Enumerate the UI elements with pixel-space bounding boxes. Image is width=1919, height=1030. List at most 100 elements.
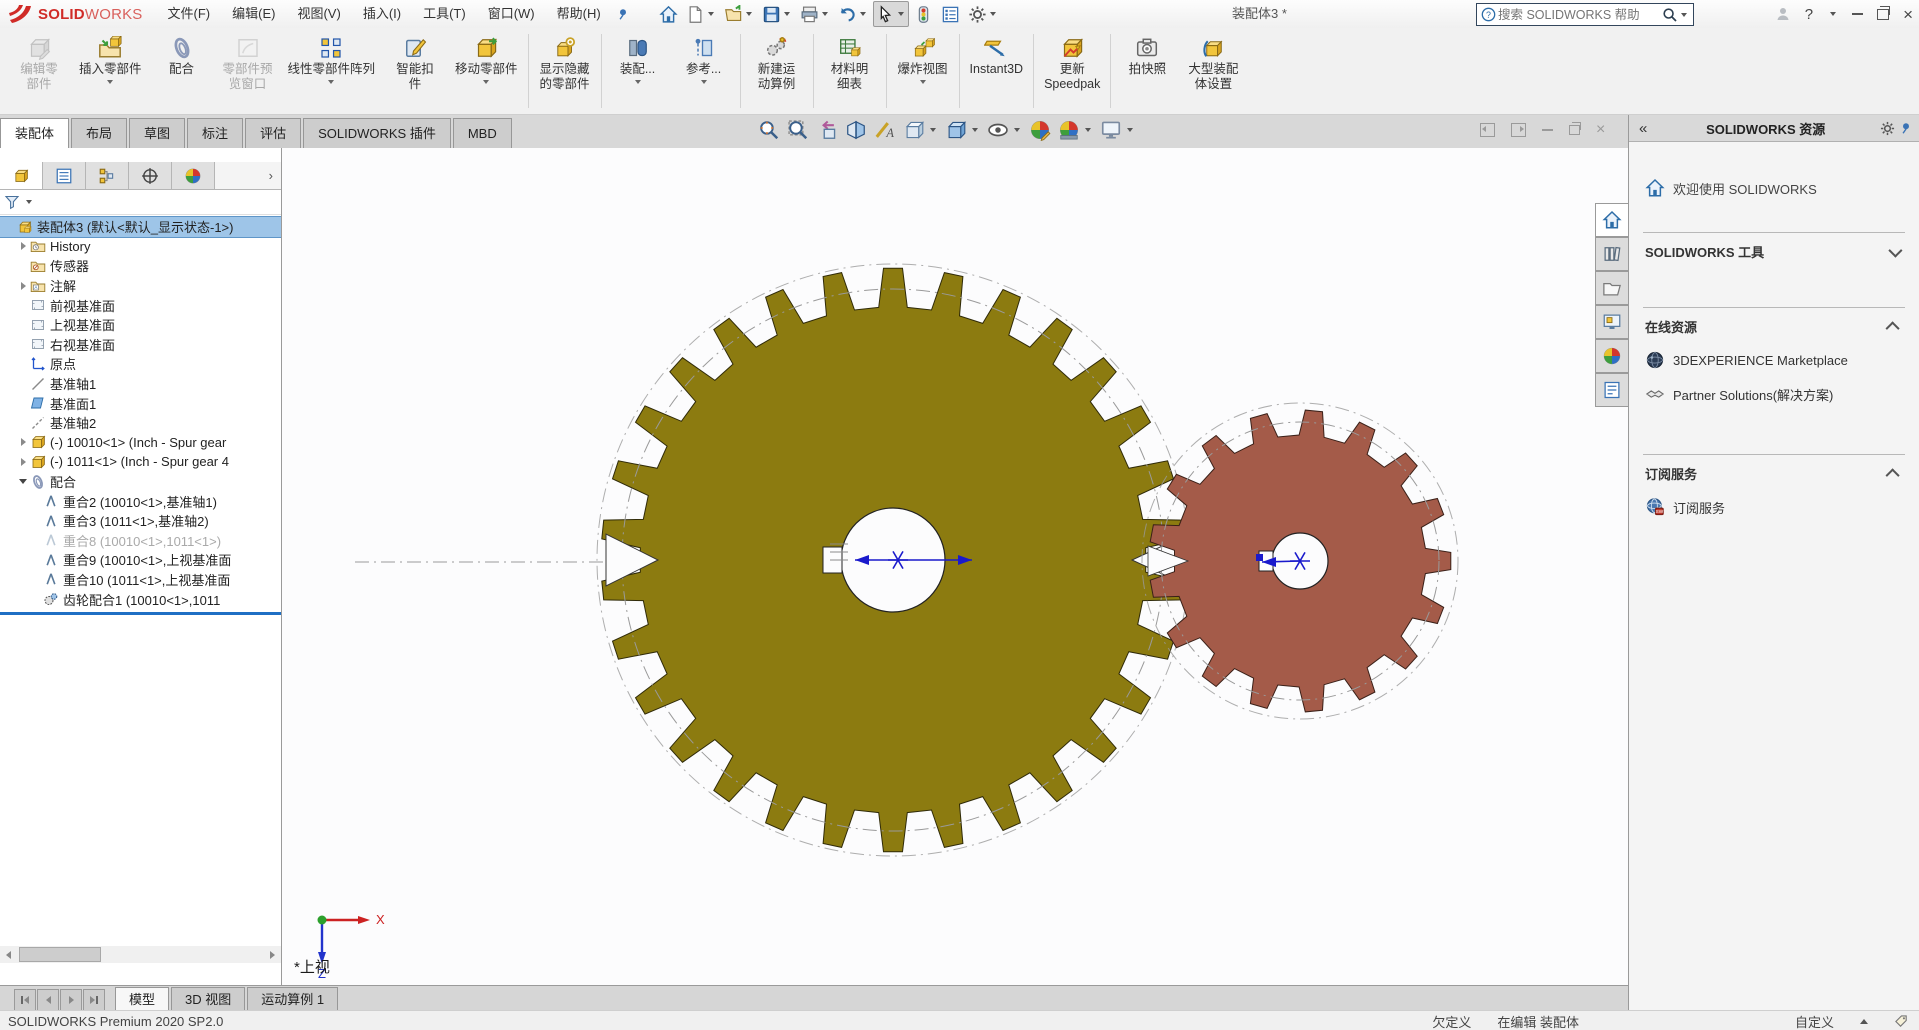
filter-funnel-icon[interactable] [4, 194, 20, 210]
reference-geometry-button[interactable]: 参考... [671, 30, 737, 112]
tree-item[interactable]: 基准轴2 [0, 413, 281, 433]
home-button[interactable] [656, 1, 681, 27]
document-tab-1[interactable]: 3D 视图 [171, 987, 245, 1011]
ribbon-tab-5[interactable]: SOLIDWORKS 插件 [303, 118, 451, 148]
tree-item[interactable]: 基准面1 [0, 393, 281, 413]
hide-show-items-button[interactable] [987, 119, 1022, 141]
tree-item[interactable]: 重合10 (1011<1>,上视基准面 [0, 570, 281, 590]
tree-item[interactable]: (-) 1011<1> (Inch - Spur gear 4 [0, 452, 281, 472]
view-orientation-caret[interactable] [930, 128, 936, 132]
open-document-caret[interactable] [746, 12, 752, 16]
task-pane-tab-custom-properties[interactable] [1595, 373, 1628, 407]
update-speedpak-button[interactable]: 更新Speedpak [1037, 30, 1107, 112]
previous-tab-button[interactable] [37, 989, 59, 1011]
tree-item[interactable]: 重合9 (10010<1>,上视基准面 [0, 550, 281, 570]
tree-root-assembly[interactable]: 装配体3 (默认<默认_显示状态-1>) [0, 217, 281, 237]
expand-icon[interactable] [21, 438, 26, 446]
print-document-caret[interactable] [822, 12, 828, 16]
ribbon-tab-0[interactable]: 装配体 [0, 118, 69, 148]
section-header[interactable]: SOLIDWORKS 工具 [1645, 242, 1903, 261]
edit-appearance-button[interactable] [1029, 119, 1051, 141]
undo-caret[interactable] [860, 12, 866, 16]
new-motion-study-button[interactable]: 新建运动算例 [744, 30, 810, 112]
help-search-box[interactable]: ? [1476, 3, 1694, 26]
mate-button[interactable]: 配合 [149, 30, 215, 112]
scroll-thumb[interactable] [19, 947, 101, 962]
viewport-close-button[interactable]: × [1596, 121, 1605, 139]
chevron-up-icon[interactable] [1886, 321, 1900, 335]
tree-item[interactable]: (-) 10010<1> (Inch - Spur gear [0, 433, 281, 453]
large-assembly-settings-button[interactable]: 大型装配体设置 [1180, 30, 1246, 112]
print-document-button[interactable] [797, 1, 833, 27]
bill-of-materials-button[interactable]: 材料明细表 [817, 30, 883, 112]
panel-tabs-overflow[interactable]: › [215, 162, 281, 189]
section-header[interactable]: 订阅服务 [1645, 464, 1903, 483]
task-pane-tab-home[interactable] [1595, 203, 1628, 237]
task-pane-link[interactable]: 3DEXPERIENCE Marketplace [1645, 350, 1903, 370]
show-hidden-components-button[interactable]: 显示隐藏的零部件 [532, 30, 598, 112]
task-pane-collapse-icon[interactable]: « [1635, 120, 1651, 137]
task-pane-link[interactable]: Partner Solutions(解决方案) [1645, 384, 1903, 404]
gear-assembly-canvas[interactable]: XZ [282, 148, 1628, 985]
take-snapshot-button[interactable]: 拍快照 [1114, 30, 1180, 112]
save-document-button[interactable] [759, 1, 795, 27]
ribbon-tab-2[interactable]: 草图 [129, 118, 185, 148]
view-settings-button[interactable] [1100, 119, 1135, 141]
tree-item[interactable]: 上视基准面 [0, 315, 281, 335]
chevron-down-icon[interactable] [1888, 243, 1902, 257]
rollback-bar[interactable] [0, 612, 281, 615]
expand-icon[interactable] [21, 282, 26, 290]
hide-show-items-caret[interactable] [1014, 128, 1020, 132]
move-component-caret[interactable] [483, 80, 489, 84]
menu-item-1[interactable]: 编辑(E) [221, 0, 286, 28]
tree-item[interactable]: 右视基准面 [0, 335, 281, 355]
smart-fasteners-button[interactable]: 智能扣件 [382, 30, 448, 112]
task-pane-pin-icon[interactable] [1899, 121, 1913, 135]
task-pane-tab-appearances[interactable] [1595, 339, 1628, 373]
tree-item[interactable]: 配合 [0, 472, 281, 492]
open-document-button[interactable] [721, 1, 757, 27]
exploded-view-button[interactable]: 爆炸视图 [890, 30, 956, 112]
tree-item[interactable]: 齿轮配合1 (10010<1>,1011 [0, 589, 281, 609]
scroll-right-button[interactable] [264, 946, 281, 963]
task-pane-link[interactable]: SW订阅服务 [1645, 497, 1903, 517]
panel-tab-feature-manager[interactable] [0, 162, 43, 189]
task-pane-tab-view-palette[interactable] [1595, 305, 1628, 339]
menu-item-5[interactable]: 窗口(W) [477, 0, 546, 28]
tree-item[interactable]: 重合3 (1011<1>,基准轴2) [0, 511, 281, 531]
tree-item[interactable]: 重合8 (10010<1>,1011<1>) [0, 531, 281, 551]
move-component-button[interactable]: 移动零部件 [448, 30, 525, 112]
help-caret[interactable] [1830, 12, 1836, 16]
panel-tab-property-manager[interactable] [43, 162, 86, 189]
welcome-to-solidworks-link[interactable]: 欢迎使用 SOLIDWORKS [1645, 178, 1905, 198]
ribbon-tab-4[interactable]: 评估 [245, 118, 301, 148]
insert-component-button[interactable]: 插入零部件 [72, 30, 149, 112]
ribbon-tab-6[interactable]: MBD [453, 118, 512, 148]
section-header[interactable]: 在线资源 [1645, 317, 1903, 336]
ribbon-tab-3[interactable]: 标注 [187, 118, 243, 148]
menu-item-4[interactable]: 工具(T) [412, 0, 477, 28]
save-document-caret[interactable] [784, 12, 790, 16]
tree-item[interactable]: 传感器 [0, 256, 281, 276]
rebuild-button[interactable] [911, 1, 936, 27]
close-button[interactable]: × [1903, 6, 1913, 23]
apply-scene-button[interactable] [1058, 119, 1093, 141]
document-tab-2[interactable]: 运动算例 1 [247, 987, 338, 1011]
menu-item-2[interactable]: 视图(V) [286, 0, 351, 28]
display-style-button[interactable] [945, 119, 980, 141]
assembly-features-caret[interactable] [635, 80, 641, 84]
user-account-icon[interactable] [1775, 6, 1791, 22]
menu-item-6[interactable]: 帮助(H) [546, 0, 612, 28]
tree-item[interactable]: History [0, 237, 281, 257]
assembly-features-button[interactable]: 装配... [605, 30, 671, 112]
settings-gear-caret[interactable] [990, 12, 996, 16]
ribbon-tab-1[interactable]: 布局 [71, 118, 127, 148]
task-pane-tab-file-explorer[interactable] [1595, 271, 1628, 305]
section-view-button[interactable] [845, 119, 867, 141]
search-input[interactable] [1496, 7, 1662, 23]
task-pane-settings-icon[interactable] [1880, 121, 1895, 136]
filter-caret[interactable] [26, 200, 32, 204]
select-cursor-button[interactable] [873, 1, 909, 27]
hide-show-annotations-button[interactable]: A [874, 119, 896, 141]
custom-units-selector[interactable]: 自定义 [1795, 1012, 1834, 1030]
